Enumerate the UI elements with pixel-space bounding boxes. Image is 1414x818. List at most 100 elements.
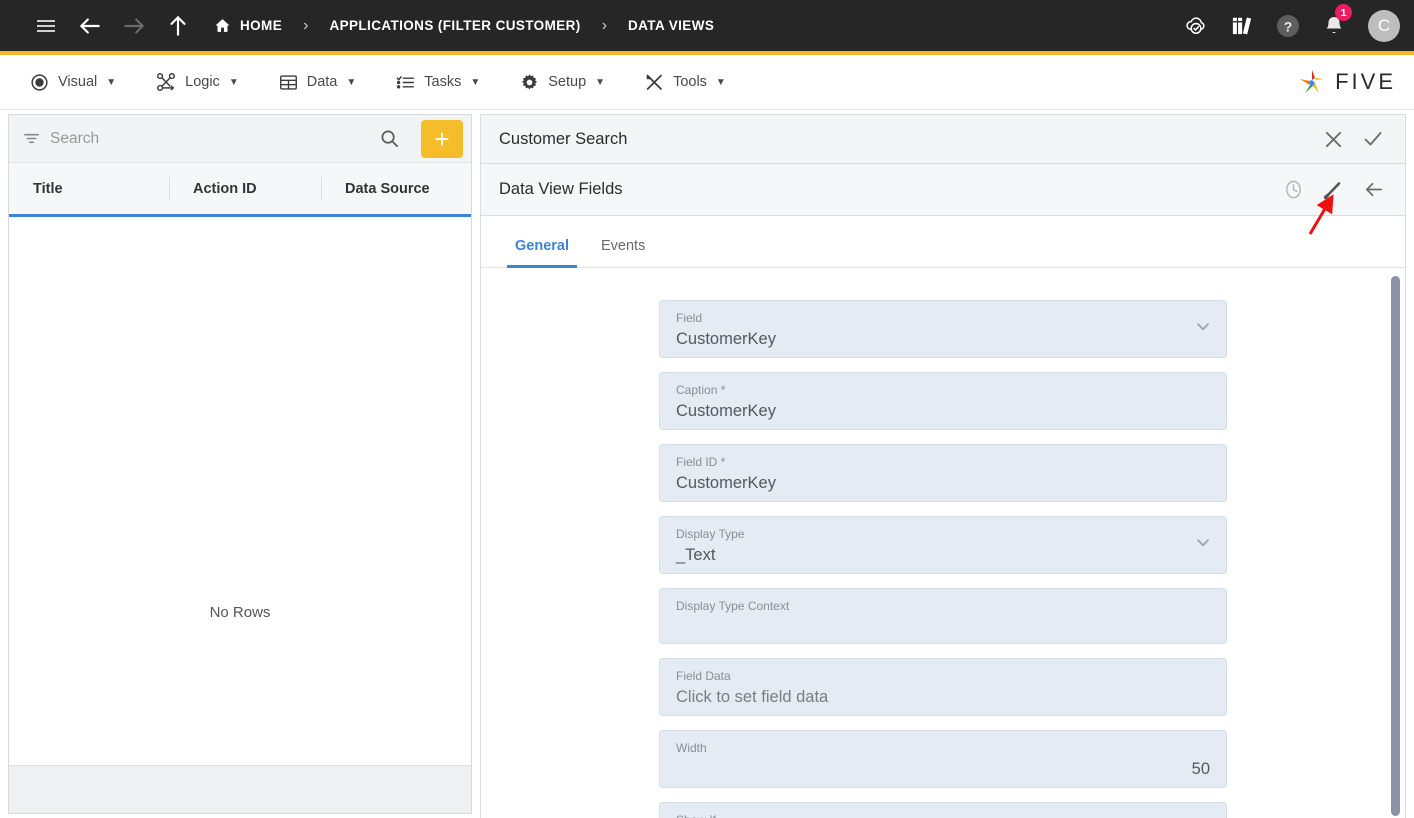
bell-icon[interactable]: 1 <box>1313 0 1355 51</box>
grid-footer <box>9 765 471 813</box>
field-label: Display Type Context <box>676 599 790 613</box>
app-root: HOME › APPLICATIONS (FILTER CUSTOMER) › … <box>0 0 1414 818</box>
chevron-down-icon: ▼ <box>470 76 481 88</box>
tab-general[interactable]: General <box>499 238 585 268</box>
menu-tasks[interactable]: Tasks ▼ <box>380 65 496 99</box>
form-field-field-id[interactable]: Field ID * CustomerKey <box>659 444 1227 502</box>
field-value: CustomerKey <box>676 330 776 348</box>
menu-visual[interactable]: Visual ▼ <box>14 65 132 99</box>
detail-title-bar: Customer Search <box>480 114 1406 164</box>
field-value: CustomerKey <box>676 402 776 420</box>
arrow-left-icon[interactable] <box>68 0 112 51</box>
breadcrumb: HOME › APPLICATIONS (FILTER CUSTOMER) › … <box>210 17 718 35</box>
breadcrumb-label: HOME <box>240 18 283 33</box>
cloud-check-icon[interactable] <box>1175 0 1217 51</box>
menu-label: Tasks <box>424 74 462 90</box>
search-bar: + <box>9 115 471 163</box>
brand-logo: FIVE <box>1297 67 1396 97</box>
field-label: Field Data <box>676 669 731 683</box>
hamburger-icon[interactable] <box>24 0 68 51</box>
breadcrumb-item-home[interactable]: HOME <box>210 17 286 34</box>
field-label: Caption * <box>676 383 726 397</box>
search-icon[interactable] <box>372 125 407 152</box>
menu-label: Logic <box>185 74 220 90</box>
arrow-up-icon[interactable] <box>156 0 200 51</box>
chevron-down-icon: ▼ <box>715 76 726 88</box>
detail-panel: Customer Search Data View Fields General… <box>480 114 1406 818</box>
tools-icon <box>645 73 664 92</box>
top-navigation-bar: HOME › APPLICATIONS (FILTER CUSTOMER) › … <box>0 0 1414 51</box>
grid-body: No Rows <box>9 217 471 765</box>
chevron-down-icon: ▼ <box>228 76 239 88</box>
breadcrumb-label: DATA VIEWS <box>628 18 715 33</box>
field-label: Show If <box>676 813 1210 818</box>
form-field-show-if[interactable]: Show If <box>659 802 1227 818</box>
menu-data[interactable]: Data ▼ <box>263 65 373 99</box>
breadcrumb-item-applications[interactable]: APPLICATIONS (FILTER CUSTOMER) <box>325 18 584 33</box>
field-value: 50 <box>1191 760 1210 778</box>
breadcrumb-separator: › <box>601 16 608 34</box>
home-icon <box>214 17 231 34</box>
menu-label: Tools <box>673 74 707 90</box>
menu-setup[interactable]: Setup ▼ <box>504 65 621 99</box>
help-icon[interactable]: ? <box>1267 0 1309 51</box>
notification-badge: 1 <box>1335 4 1352 21</box>
column-header-title[interactable]: Title <box>9 163 169 214</box>
form-scrollbar-track[interactable] <box>1391 270 1403 818</box>
chevron-down-icon: ▼ <box>106 76 117 88</box>
form-field-display-type-context[interactable]: Display Type Context <box>659 588 1227 644</box>
avatar[interactable]: C <box>1368 9 1400 42</box>
chevron-down-icon: ▼ <box>346 76 357 88</box>
svg-text:?: ? <box>1284 18 1293 34</box>
field-label: Display Type <box>676 527 745 541</box>
column-header-action-id[interactable]: Action ID <box>169 163 321 214</box>
close-icon[interactable] <box>1313 119 1353 159</box>
brand-name: FIVE <box>1335 69 1396 94</box>
page-title: Customer Search <box>499 129 628 148</box>
history-clock-icon[interactable] <box>1273 170 1313 210</box>
add-button[interactable]: + <box>421 119 463 158</box>
search-input[interactable] <box>50 129 362 148</box>
form-scrollbar-thumb[interactable] <box>1391 276 1400 816</box>
field-label: Width <box>676 741 707 755</box>
form-field-display-type[interactable]: Display Type _Text <box>659 516 1227 574</box>
five-logo-icon <box>1297 67 1327 97</box>
confirm-check-icon[interactable] <box>1353 119 1393 159</box>
edit-pencil-icon[interactable] <box>1313 170 1353 210</box>
field-value: _Text <box>676 546 716 564</box>
table-icon <box>279 73 298 92</box>
detail-tabs: General Events <box>480 216 1406 268</box>
form-field-field[interactable]: Field CustomerKey <box>659 300 1227 358</box>
checklist-icon <box>396 73 415 92</box>
arrow-right-icon[interactable] <box>112 0 156 51</box>
gear-icon <box>520 73 539 92</box>
books-icon[interactable] <box>1221 0 1263 51</box>
column-header-data-source[interactable]: Data Source <box>321 163 471 214</box>
form-field-caption[interactable]: Caption * CustomerKey <box>659 372 1227 430</box>
menu-label: Setup <box>548 74 587 90</box>
back-arrow-icon[interactable] <box>1353 170 1393 210</box>
menu-logic[interactable]: Logic ▼ <box>140 65 255 99</box>
breadcrumb-item-data-views[interactable]: DATA VIEWS <box>624 18 718 33</box>
field-label: Field ID * <box>676 455 726 469</box>
actions-list-panel: + Title Action ID Data Source No Rows <box>8 114 472 814</box>
logic-nodes-icon <box>156 72 176 92</box>
tab-events[interactable]: Events <box>585 238 661 267</box>
chevron-down-icon: ▼ <box>595 76 606 88</box>
field-label: Field <box>676 311 703 325</box>
field-value: CustomerKey <box>676 474 776 492</box>
form-field-width[interactable]: Width 50 <box>659 730 1227 788</box>
menu-label: Data <box>306 74 338 90</box>
section-title: Data View Fields <box>499 180 623 198</box>
filter-icon[interactable] <box>23 130 40 147</box>
chevron-down-icon[interactable] <box>1194 318 1212 341</box>
field-value: Click to set field data <box>676 688 829 706</box>
eye-icon <box>30 73 49 92</box>
chevron-down-icon[interactable] <box>1194 534 1212 557</box>
menu-tools[interactable]: Tools ▼ <box>629 65 742 99</box>
form-field-field-data[interactable]: Field Data Click to set field data <box>659 658 1227 716</box>
form-fields: Field CustomerKey Caption * CustomerKey … <box>481 268 1405 818</box>
application-menu-bar: Visual ▼ Logic ▼ Data ▼ Tasks ▼ Setup ▼ … <box>0 55 1414 110</box>
menu-label: Visual <box>58 74 98 90</box>
grid-header-row: Title Action ID Data Source <box>9 163 471 217</box>
